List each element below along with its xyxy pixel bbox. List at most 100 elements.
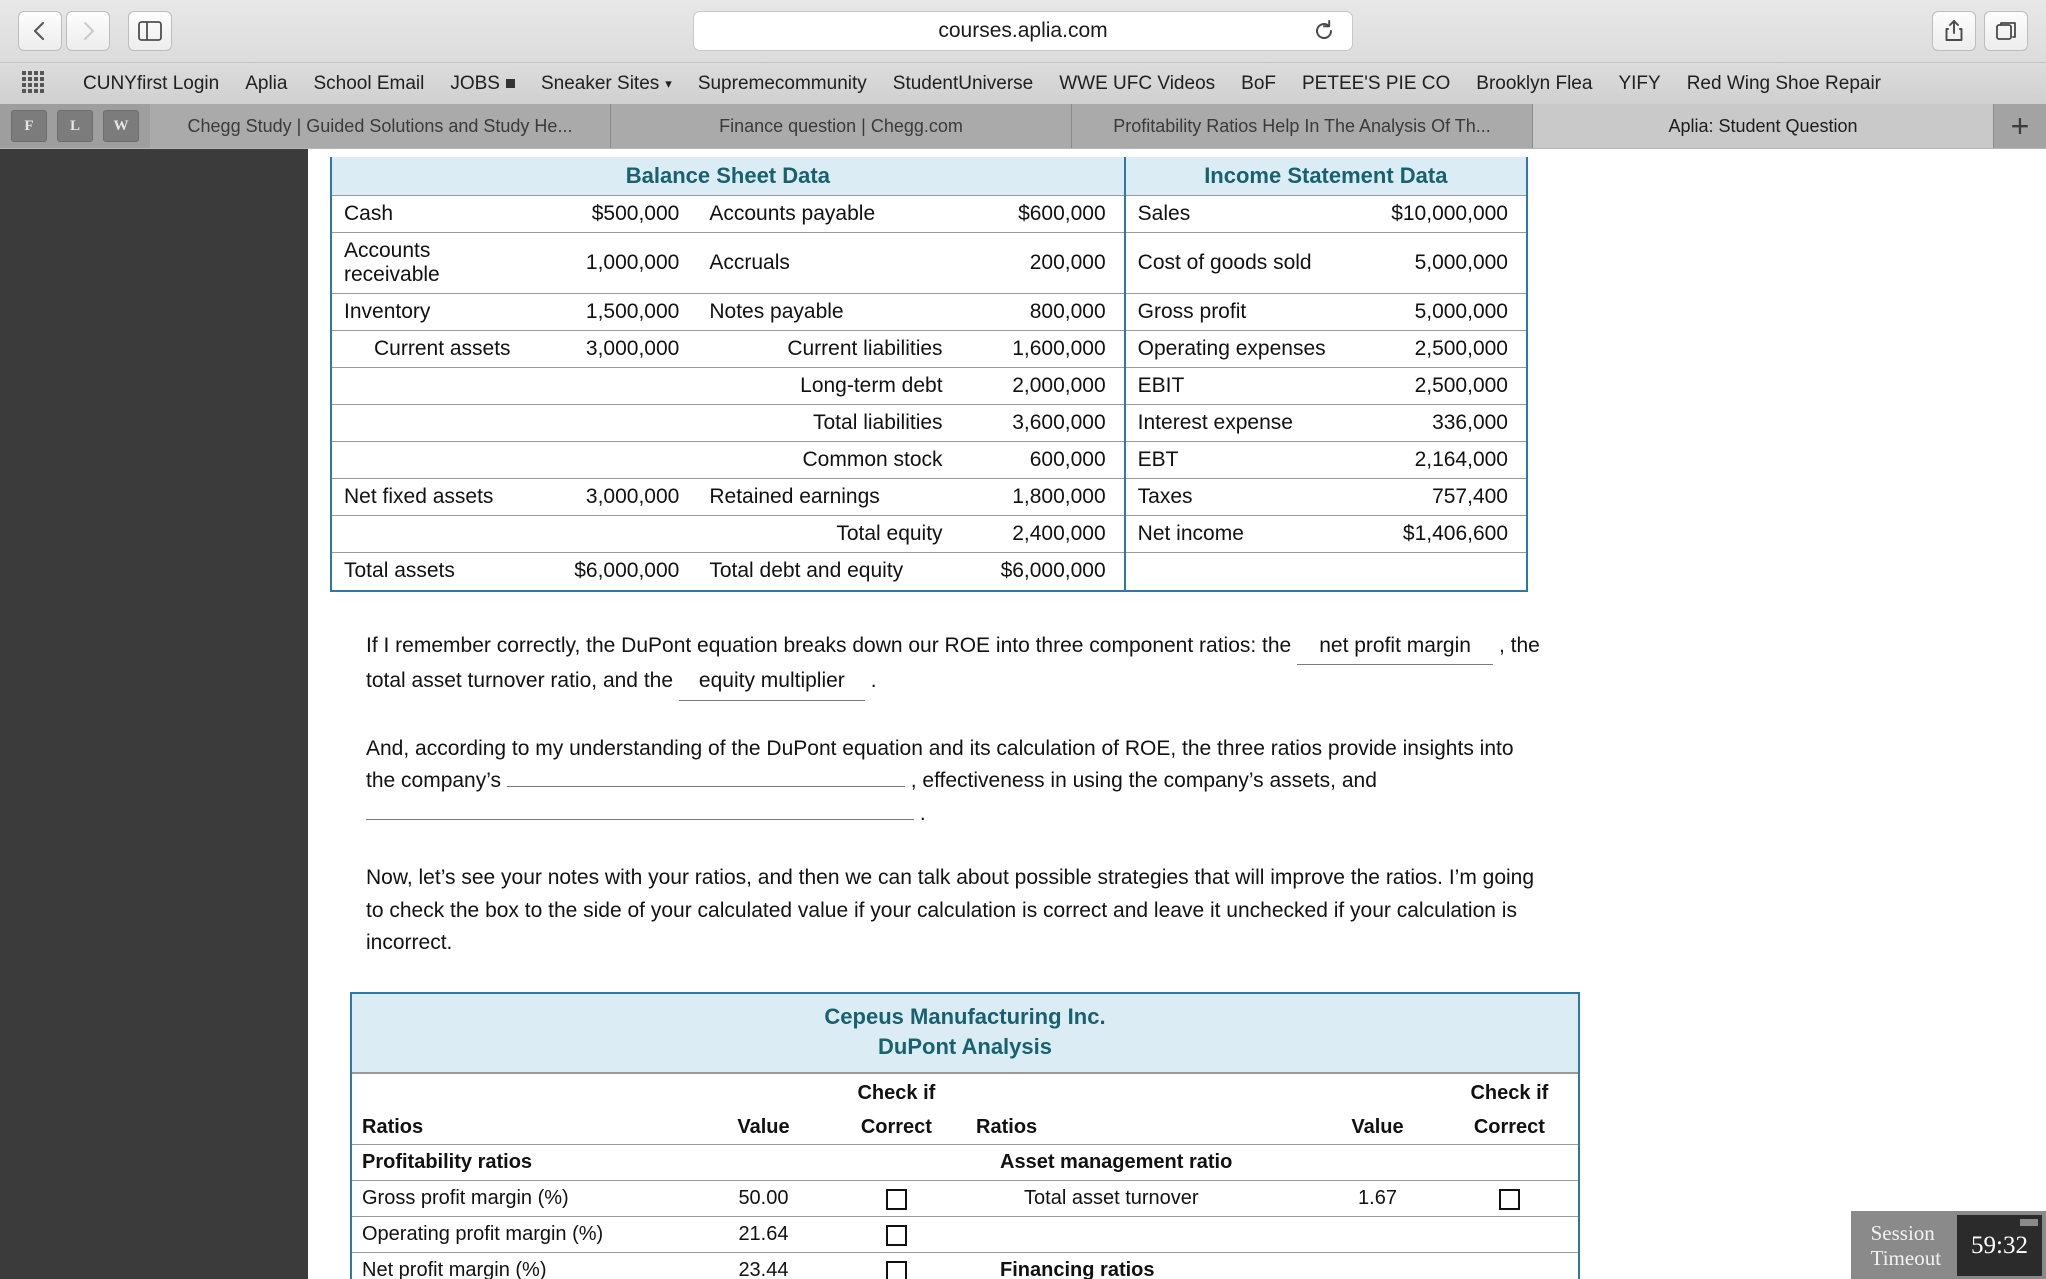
address-bar[interactable]: courses.aplia.com — [693, 11, 1353, 51]
ratio-label-total-asset-turnover: Total asset turnover — [966, 1180, 1315, 1218]
asset-value: 3,000,000 — [534, 478, 698, 516]
table-header-row: Balance Sheet Data Income Statement Data — [332, 157, 1526, 196]
bookmark-wwe-ufc-videos[interactable]: WWE UFC Videos — [1046, 73, 1228, 95]
reload-icon[interactable] — [1312, 19, 1336, 43]
table-row: Cash $500,000 Accounts payable $600,000 … — [332, 195, 1526, 233]
toolbar-right-buttons — [1932, 11, 2028, 51]
bookmark-red-wing-shoe-repair[interactable]: Red Wing Shoe Repair — [1674, 73, 1894, 95]
asset-value — [534, 515, 698, 553]
wikipedia-app-icon[interactable]: W — [103, 110, 139, 142]
liability-value: 1,800,000 — [968, 478, 1125, 516]
bookmark-label: Aplia — [245, 72, 288, 94]
paragraph-2-text-b: , effectiveness in using the company’s a… — [910, 769, 1377, 793]
liability-value: 600,000 — [968, 441, 1125, 479]
asset-label: Cash — [332, 195, 535, 233]
spacer-cell — [352, 1073, 700, 1109]
checkbox-net-profit-margin[interactable] — [885, 1260, 907, 1279]
table-row: Net profit margin (%) 23.44 Financing ra… — [352, 1252, 1578, 1279]
bookmark-petees-pie-co[interactable]: PETEE'S PIE CO — [1289, 73, 1463, 95]
apps-grid-icon[interactable] — [22, 70, 48, 97]
col-header-correct-right: Correct — [1440, 1108, 1578, 1146]
income-value — [1360, 553, 1526, 590]
session-timer: 59:32 — [1957, 1215, 2042, 1276]
session-timeout-label: Session Timeout — [1851, 1211, 1957, 1279]
asset-value: 1,000,000 — [534, 232, 698, 294]
bookmark-label: PETEE'S PIE CO — [1302, 72, 1451, 94]
section-asset-management-ratio: Asset management ratio — [966, 1144, 1315, 1182]
tabs-overview-button[interactable] — [1984, 11, 2028, 51]
bookmark-label: Brooklyn Flea — [1476, 72, 1593, 94]
tab-aplia-student-question[interactable]: Aplia: Student Question — [1533, 104, 1994, 148]
liability-value: 2,000,000 — [968, 367, 1125, 405]
blank-financing-insight[interactable] — [366, 817, 914, 820]
checkbox-total-asset-turnover[interactable] — [1498, 1188, 1520, 1210]
liability-label: Common stock — [697, 441, 969, 479]
table-row: Operating profit margin (%) 21.64 — [352, 1216, 1578, 1254]
empty-ratio-value — [1314, 1216, 1441, 1254]
paragraph-1-text-c: . — [870, 669, 877, 693]
bookmark-studentuniverse[interactable]: StudentUniverse — [880, 73, 1046, 95]
asset-value — [534, 404, 698, 442]
bookmark-supremecommunity[interactable]: Supremecommunity — [685, 73, 880, 95]
liability-label: Total equity — [697, 515, 969, 553]
liability-label: Current liabilities — [697, 330, 969, 368]
ratio-value-operating-profit-margin: 21.64 — [700, 1216, 827, 1254]
checkbox-gross-profit-margin[interactable] — [885, 1188, 907, 1210]
liability-value: 3,600,000 — [968, 404, 1125, 442]
bookmark-jobs[interactable]: JOBS — [437, 73, 528, 95]
income-value: 2,164,000 — [1359, 441, 1526, 479]
balance-sheet-header: Balance Sheet Data — [332, 157, 1125, 196]
share-icon — [1944, 19, 1964, 43]
bookmark-cunyfirst-login[interactable]: CUNYfirst Login — [70, 73, 232, 95]
liability-label: Total debt and equity — [709, 559, 904, 583]
blank-profitability-insight[interactable] — [506, 784, 905, 788]
bookmark-bof[interactable]: BoF — [1228, 73, 1289, 95]
blank-equity-multiplier[interactable]: equity multiplier — [678, 665, 865, 701]
checkbox-cell — [1440, 1180, 1578, 1218]
tab-bar: F L W Chegg Study | Guided Solutions and… — [0, 104, 2046, 148]
checkbox-operating-profit-margin[interactable] — [885, 1224, 907, 1246]
ratio-value-total-asset-turnover: 1.67 — [1314, 1180, 1441, 1218]
linkedin-app-icon[interactable]: L — [57, 110, 93, 142]
bookmark-label: CUNYfirst Login — [83, 72, 220, 94]
asset-value: $6,000,000 — [574, 559, 680, 583]
blank-net-profit-margin[interactable]: net profit margin — [1297, 630, 1494, 666]
bookmark-sneaker-sites[interactable]: Sneaker Sites ▾ — [528, 73, 685, 95]
bookmark-aplia[interactable]: Aplia — [232, 73, 300, 95]
income-label: Sales — [1123, 195, 1360, 233]
spacer-cell — [1314, 1144, 1441, 1182]
url-text: courses.aplia.com — [938, 19, 1108, 42]
liability-label: Total liabilities — [697, 404, 969, 442]
chevron-left-icon — [31, 20, 49, 42]
bookmark-yify[interactable]: YIFY — [1605, 73, 1673, 95]
new-tab-button[interactable]: + — [1994, 104, 2046, 148]
tab-profitability-ratios[interactable]: Profitability Ratios Help In The Analysi… — [1072, 104, 1533, 148]
browser-toolbar: courses.aplia.com — [0, 0, 2046, 62]
bookmark-brooklyn-flea[interactable]: Brooklyn Flea — [1463, 73, 1605, 95]
tab-chegg-study[interactable]: Chegg Study | Guided Solutions and Study… — [150, 104, 611, 148]
income-value: 5,000,000 — [1359, 293, 1526, 331]
asset-value: 1,500,000 — [534, 293, 698, 331]
facebook-app-icon[interactable]: F — [11, 110, 47, 142]
bookmark-school-email[interactable]: School Email — [300, 73, 437, 95]
bookmark-label: YIFY — [1618, 72, 1661, 94]
tab-finance-question[interactable]: Finance question | Chegg.com — [611, 104, 1072, 148]
bookmark-label: BoF — [1241, 72, 1276, 94]
table-row: Current assets 3,000,000 Current liabili… — [332, 330, 1526, 368]
ratio-label-operating-profit-margin: Operating profit margin (%) — [352, 1216, 701, 1254]
asset-label: Net fixed assets — [332, 478, 535, 516]
liability-label: Long-term debt — [697, 367, 969, 405]
table-row: Inventory 1,500,000 Notes payable 800,00… — [332, 293, 1526, 331]
income-label: Cost of goods sold — [1123, 232, 1360, 294]
income-value: 757,400 — [1359, 478, 1526, 516]
section-profitability-ratios: Profitability ratios — [352, 1144, 701, 1182]
forward-button[interactable] — [66, 11, 110, 51]
back-button[interactable] — [18, 11, 62, 51]
bookmark-label: Sneaker Sites — [540, 72, 660, 94]
share-button[interactable] — [1932, 11, 1976, 51]
asset-label — [332, 404, 535, 442]
session-label-line2: Timeout — [1870, 1245, 1942, 1270]
sidebar-toggle-button[interactable] — [128, 11, 172, 51]
asset-label: Accounts receivable — [332, 232, 535, 294]
minimize-icon[interactable] — [2020, 1219, 2038, 1226]
